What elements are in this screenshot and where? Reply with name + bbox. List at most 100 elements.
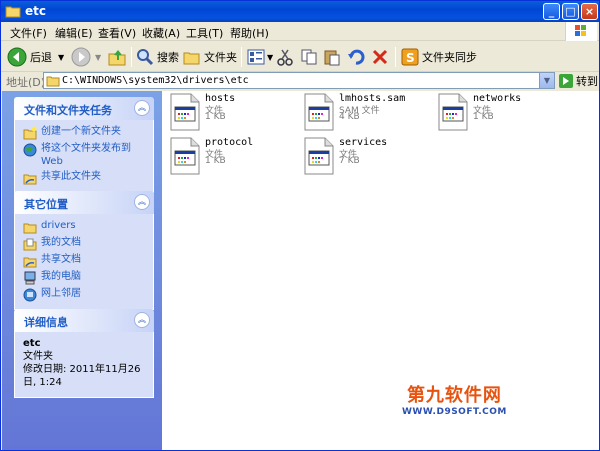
go-button[interactable]: 转到 xyxy=(559,72,598,89)
menu-help[interactable]: 帮助(H) xyxy=(230,25,269,41)
other-places-title: 其它位置 xyxy=(24,198,68,211)
details-panel: 详细信息 ︽ etc 文件夹 修改日期: 2011年11月26日, 1:24 xyxy=(14,309,154,398)
other-places-header[interactable]: 其它位置 ︽ xyxy=(14,191,154,214)
address-bar: 地址(D) C:\WINDOWS\system32\drivers\etc ▼ … xyxy=(1,72,599,90)
back-dropdown-icon[interactable]: ▼ xyxy=(58,53,64,62)
place-my-documents[interactable]: 我的文档 xyxy=(23,236,145,251)
search-icon xyxy=(137,49,154,66)
folder-sync-label: 文件夹同步 xyxy=(422,51,477,64)
task-new-folder[interactable]: 创建一个新文件夹 xyxy=(23,125,145,140)
watermark-url: WWW.D9SOFT.COM xyxy=(402,407,507,417)
watermark-title: 第九软件网 xyxy=(406,385,502,406)
my-documents-icon xyxy=(23,238,37,251)
file-size: 1 KB xyxy=(205,156,226,166)
file-document-icon xyxy=(304,93,334,131)
forward-button[interactable]: ▼ xyxy=(71,46,101,68)
collapse-chevron-icon[interactable]: ︽ xyxy=(134,100,150,116)
file-item-protocol[interactable]: protocol 文件 1 KB xyxy=(170,137,300,177)
file-tasks-title: 文件和文件夹任务 xyxy=(24,104,112,117)
collapse-chevron-icon[interactable]: ︽ xyxy=(134,194,150,210)
paste-button[interactable] xyxy=(323,46,341,68)
file-item-services[interactable]: services 文件 7 KB xyxy=(304,137,434,177)
copy-icon xyxy=(301,49,317,65)
file-document-icon xyxy=(170,137,200,175)
details-name: etc xyxy=(23,338,41,349)
menu-favorites[interactable]: 收藏(A) xyxy=(142,25,180,41)
undo-icon xyxy=(348,49,365,65)
folder-icon xyxy=(5,6,21,18)
details-header[interactable]: 详细信息 ︽ xyxy=(14,309,154,332)
address-text: C:\WINDOWS\system32\drivers\etc xyxy=(62,75,249,86)
file-tasks-panel: 文件和文件夹任务 ︽ 创建一个新文件夹 将这个文件夹发布到 Web 共享此文件夹 xyxy=(14,97,154,193)
toolbar: 后退 ▼ ▼ 搜索 文件夹 ▼ S 文件夹同步 xyxy=(1,42,599,72)
place-network[interactable]: 网上邻居 xyxy=(23,287,145,302)
folder-icon xyxy=(46,76,60,87)
sync-icon: S xyxy=(401,48,419,66)
folder-sync-button[interactable]: S 文件夹同步 xyxy=(401,46,477,68)
file-size: 1 KB xyxy=(473,112,494,122)
undo-button[interactable] xyxy=(347,46,365,68)
watermark-logo: 第九软件网 WWW.D9SOFT.COM xyxy=(402,381,507,417)
forward-dropdown-icon[interactable]: ▼ xyxy=(95,53,101,62)
views-button[interactable]: ▼ xyxy=(247,46,273,68)
place-my-computer[interactable]: 我的电脑 xyxy=(23,270,145,285)
share-folder-icon xyxy=(23,174,37,185)
menu-view[interactable]: 查看(V) xyxy=(98,25,136,41)
folders-label: 文件夹 xyxy=(204,51,237,64)
close-button[interactable]: × xyxy=(581,3,598,20)
delete-button[interactable] xyxy=(371,46,389,68)
title-bar[interactable]: etc _ □ × xyxy=(1,1,599,22)
address-input[interactable]: C:\WINDOWS\system32\drivers\etc ▼ xyxy=(43,72,555,89)
place-shared-documents[interactable]: 共享文档 xyxy=(23,253,145,268)
windows-logo-icon xyxy=(565,22,597,41)
file-size: 4 KB xyxy=(339,112,360,122)
minimize-button[interactable]: _ xyxy=(543,3,560,20)
address-dropdown-icon[interactable]: ▼ xyxy=(539,73,554,88)
place-drivers[interactable]: drivers xyxy=(23,219,145,234)
folders-icon xyxy=(183,52,200,65)
window-title: etc xyxy=(25,4,46,18)
file-tasks-header[interactable]: 文件和文件夹任务 ︽ xyxy=(14,97,154,120)
file-list-view: hosts 文件 1 KB lmhosts.sam SAM 文件 4 KB ne… xyxy=(162,91,599,450)
maximize-button[interactable]: □ xyxy=(562,3,579,20)
forward-arrow-icon xyxy=(71,47,91,67)
back-label: 后退 xyxy=(30,51,52,64)
search-button[interactable]: 搜索 xyxy=(136,46,179,68)
copy-button[interactable] xyxy=(300,46,318,68)
cut-button[interactable] xyxy=(277,46,293,68)
file-document-icon xyxy=(304,137,334,175)
go-label: 转到 xyxy=(576,74,598,88)
details-modified: 修改日期: 2011年11月26日, 1:24 xyxy=(23,364,141,388)
other-places-panel: 其它位置 ︽ drivers 我的文档 共享文档 我的电脑 网上邻居 xyxy=(14,191,154,310)
file-item-hosts[interactable]: hosts 文件 1 KB xyxy=(170,93,300,133)
collapse-chevron-icon[interactable]: ︽ xyxy=(134,312,150,328)
file-size: 1 KB xyxy=(205,112,226,122)
back-arrow-icon xyxy=(7,47,27,67)
file-item-networks[interactable]: networks 文件 1 KB xyxy=(438,93,568,133)
menu-edit[interactable]: 编辑(E) xyxy=(55,25,93,41)
folders-button[interactable]: 文件夹 xyxy=(183,46,237,68)
task-share-folder[interactable]: 共享此文件夹 xyxy=(23,170,145,185)
file-item-lmhosts[interactable]: lmhosts.sam SAM 文件 4 KB xyxy=(304,93,434,133)
menu-file[interactable]: 文件(F) xyxy=(10,25,47,41)
svg-text:S: S xyxy=(406,51,415,65)
views-dropdown-icon[interactable]: ▼ xyxy=(267,53,273,62)
task-pane: 文件和文件夹任务 ︽ 创建一个新文件夹 将这个文件夹发布到 Web 共享此文件夹 xyxy=(2,91,162,450)
paste-icon xyxy=(324,50,340,66)
scissors-icon xyxy=(277,49,293,66)
views-icon xyxy=(247,49,265,65)
folder-icon xyxy=(23,223,37,234)
task-publish-web[interactable]: 将这个文件夹发布到 Web xyxy=(23,142,145,168)
details-title: 详细信息 xyxy=(24,316,68,329)
search-label: 搜索 xyxy=(157,51,179,64)
computer-icon xyxy=(24,271,36,285)
explorer-window: etc _ □ × 文件(F) 编辑(E) 查看(V) 收藏(A) 工具(T) … xyxy=(0,0,600,451)
globe-icon xyxy=(23,143,37,157)
file-document-icon xyxy=(438,93,468,131)
back-button[interactable]: 后退 ▼ xyxy=(7,46,64,68)
up-folder-button[interactable] xyxy=(107,46,127,68)
menu-bar: 文件(F) 编辑(E) 查看(V) 收藏(A) 工具(T) 帮助(H) xyxy=(1,22,599,41)
new-folder-icon xyxy=(23,126,37,140)
menu-tools[interactable]: 工具(T) xyxy=(186,25,223,41)
file-size: 7 KB xyxy=(339,156,360,166)
